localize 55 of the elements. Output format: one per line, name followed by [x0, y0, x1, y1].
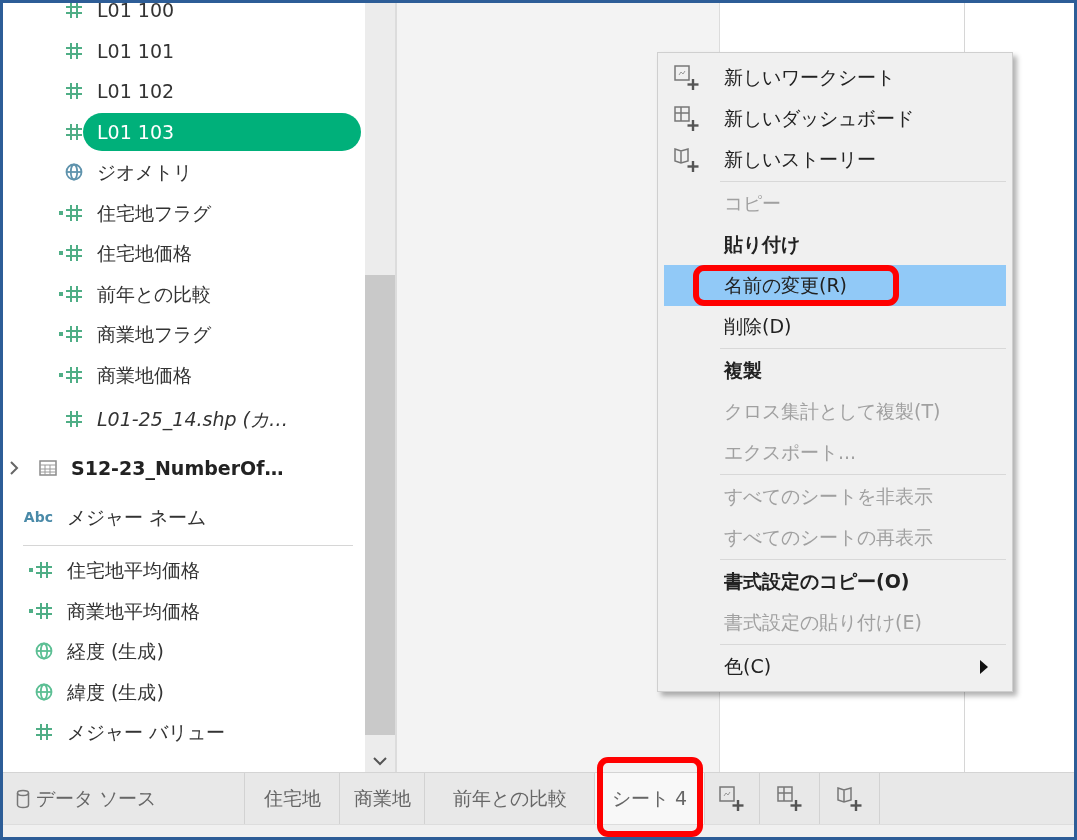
menu-item[interactable]: 新しいワークシート [664, 57, 1006, 98]
field-name[interactable]: 商業地価格 [83, 355, 361, 394]
calculated-field-icon [59, 244, 83, 263]
field-name[interactable]: 前年との比較 [83, 274, 361, 313]
calculated-field-icon [59, 365, 83, 384]
field-name[interactable]: ジオメトリ [83, 153, 361, 192]
new-worksheet-icon [674, 65, 700, 91]
menu-item[interactable]: 削除(D) [664, 306, 1006, 347]
hash-icon [65, 82, 83, 101]
table-icon [39, 460, 57, 476]
globe-icon [35, 642, 53, 661]
field-name[interactable]: L01 102 [83, 72, 361, 111]
new-dashboard-icon [674, 106, 700, 132]
field-name[interactable]: L01 101 [83, 31, 361, 70]
calculated-field-icon [29, 601, 53, 620]
new-story-icon[interactable] [836, 785, 863, 812]
submenu-arrow-icon [980, 659, 988, 674]
field-name[interactable]: 商業地平均価格 [53, 591, 361, 630]
field-name[interactable]: 住宅地フラグ [83, 193, 361, 232]
scroll-down-icon[interactable] [373, 757, 387, 766]
expand-chevron-icon[interactable] [9, 461, 19, 475]
calculated-field-icon [59, 284, 83, 303]
globe-icon [65, 163, 83, 182]
scrollbar-thumb[interactable] [365, 275, 395, 735]
new-worksheet-icon[interactable] [719, 785, 745, 812]
field-name[interactable]: L01-25_14.shp (カ… [83, 400, 361, 438]
hash-icon [65, 3, 83, 20]
field-name[interactable]: メジャー バリュー [53, 713, 361, 752]
field-name[interactable]: 緯度 (生成) [53, 672, 361, 711]
type-label: Abc [23, 507, 53, 527]
hash-icon [65, 122, 83, 141]
new-dashboard-icon[interactable] [776, 785, 803, 812]
new-story-icon [674, 147, 700, 173]
globe-icon [35, 682, 53, 701]
menu-item[interactable]: 新しいストーリー [664, 139, 1006, 180]
hash-icon [65, 41, 83, 60]
hash-icon [65, 410, 83, 428]
menu-item[interactable]: 名前の変更(R) [664, 265, 1006, 306]
table-name[interactable]: S12-23_NumberOf… [57, 449, 361, 487]
hash-icon [35, 723, 53, 742]
database-icon [16, 788, 30, 809]
field-name[interactable]: 住宅地平均価格 [53, 551, 361, 590]
menu-item[interactable]: 貼り付け [664, 224, 1006, 265]
field-name[interactable]: メジャー ネーム [53, 498, 361, 536]
calculated-field-icon [59, 203, 83, 222]
menu-item[interactable]: 色(C) [664, 646, 1006, 687]
field-name[interactable]: L01 100 [83, 3, 361, 30]
menu-item[interactable]: 複製 [664, 350, 1006, 391]
calculated-field-icon [29, 561, 53, 580]
menu-item[interactable]: 書式設定のコピー(O) [664, 561, 1006, 602]
field-name[interactable]: 商業地フラグ [83, 315, 361, 354]
field-name[interactable]: 経度 (生成) [53, 632, 361, 671]
field-name[interactable]: 住宅地価格 [83, 234, 361, 273]
menu-item[interactable]: 新しいダッシュボード [664, 98, 1006, 139]
calculated-field-icon [59, 325, 83, 344]
